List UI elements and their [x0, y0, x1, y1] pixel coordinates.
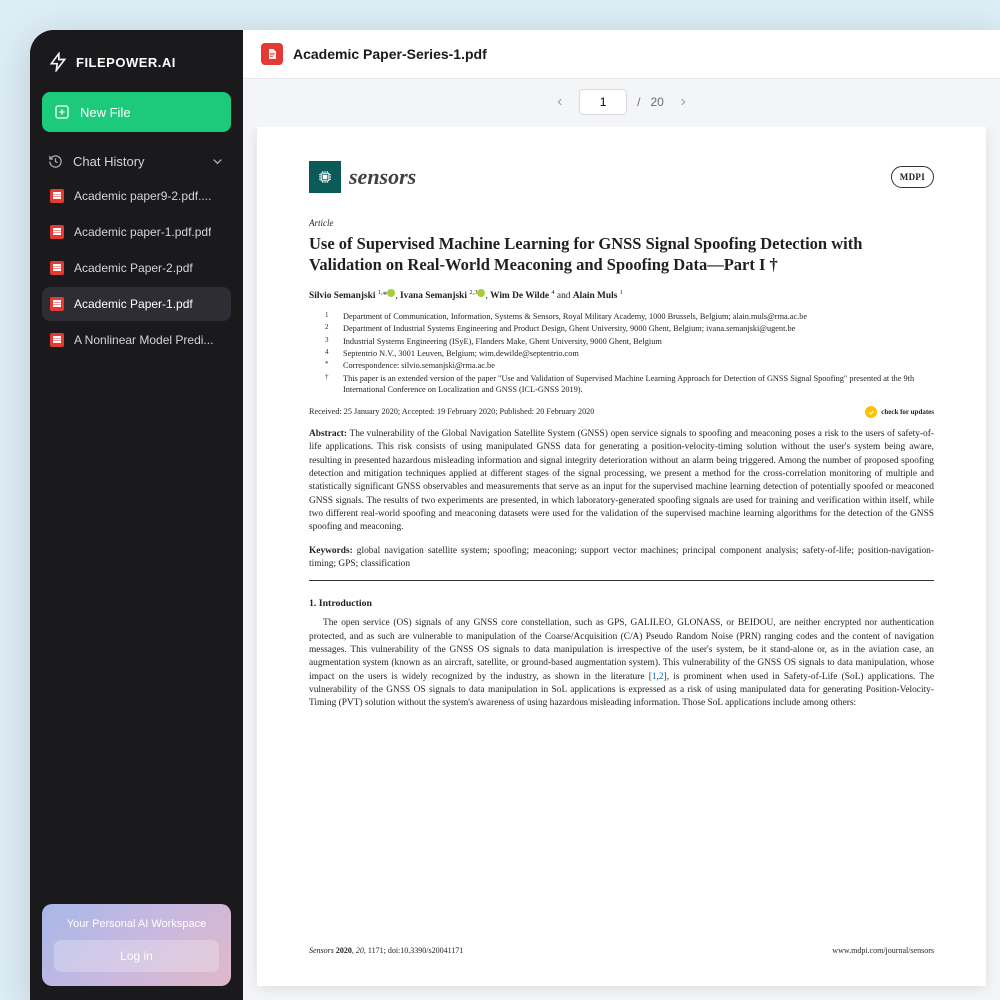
main-panel: Academic Paper-Series-1.pdf / 20 [243, 30, 1000, 1000]
check-updates-badge[interactable]: check for updates [865, 406, 934, 418]
app-window: FILEPOWER.AI New File Chat History Acade… [30, 30, 1000, 1000]
prev-page-button[interactable] [551, 93, 569, 111]
affiliation-row: 2Department of Industrial Systems Engine… [325, 323, 934, 335]
dates-row: Received: 25 January 2020; Accepted: 19 … [309, 406, 934, 418]
paginator: / 20 [243, 79, 1000, 127]
history-icon [48, 154, 63, 169]
check-icon [865, 406, 877, 418]
keywords-text: global navigation satellite system; spoo… [309, 546, 934, 569]
page-total: 20 [650, 95, 663, 109]
affiliation-row: *Correspondence: silvio.semanjski@rma.ac… [325, 360, 934, 372]
app-logo: FILEPOWER.AI [42, 48, 231, 92]
affiliation-row: 1Department of Communication, Informatio… [325, 311, 934, 323]
sidebar-file-item[interactable]: Academic paper9-2.pdf.... [42, 179, 231, 213]
file-label: Academic paper9-2.pdf.... [74, 189, 211, 203]
document-viewport[interactable]: sensors MDPI Article Use of Supervised M… [243, 127, 1000, 1000]
sidebar-file-item[interactable]: Academic Paper-2.pdf [42, 251, 231, 285]
app-name: FILEPOWER.AI [76, 55, 176, 70]
affiliations: 1Department of Communication, Informatio… [325, 311, 934, 396]
keywords-label: Keywords: [309, 546, 353, 556]
file-label: Academic Paper-2.pdf [74, 261, 193, 275]
affiliation-row: 3Industrial Systems Engineering (ISyE), … [325, 336, 934, 348]
sidebar: FILEPOWER.AI New File Chat History Acade… [30, 30, 243, 1000]
sidebar-file-item[interactable]: Academic paper-1.pdf.pdf [42, 215, 231, 249]
abstract-text: The vulnerability of the Global Navigati… [309, 429, 934, 532]
page-sep: / [637, 95, 640, 109]
article-label: Article [309, 217, 934, 230]
document-page: sensors MDPI Article Use of Supervised M… [257, 127, 986, 986]
abstract: Abstract: The vulnerability of the Globa… [309, 428, 934, 535]
workspace-card: Your Personal AI Workspace Log in [42, 904, 231, 986]
pdf-icon [50, 225, 64, 239]
plus-icon [54, 104, 70, 120]
next-page-button[interactable] [674, 93, 692, 111]
file-label: Academic paper-1.pdf.pdf [74, 225, 211, 239]
footer-right: www.mdpi.com/journal/sensors [832, 945, 934, 956]
chevron-down-icon [210, 154, 225, 169]
divider [309, 580, 934, 581]
file-label: Academic Paper-1.pdf [74, 297, 193, 311]
pdf-icon [50, 333, 64, 347]
workspace-title: Your Personal AI Workspace [54, 918, 219, 930]
footer-left: Sensors 2020, 20, 1171; doi:10.3390/s200… [309, 945, 463, 956]
top-bar: Academic Paper-Series-1.pdf [243, 30, 1000, 79]
sidebar-file-item[interactable]: Academic Paper-1.pdf [42, 287, 231, 321]
journal-name: sensors [349, 161, 416, 192]
journal-header: sensors MDPI [309, 161, 934, 193]
new-file-label: New File [80, 105, 131, 120]
logo-icon [48, 52, 68, 72]
section-heading: 1. Introduction [309, 597, 934, 611]
file-label: A Nonlinear Model Predi... [74, 333, 213, 347]
journal-brand: sensors [309, 161, 416, 193]
body-paragraph: The open service (OS) signals of any GNS… [309, 617, 934, 710]
pdf-icon [261, 43, 283, 65]
file-list: Academic paper9-2.pdf.... Academic paper-… [42, 179, 231, 357]
sensors-icon [309, 161, 341, 193]
abstract-label: Abstract: [309, 429, 347, 439]
dates: Received: 25 January 2020; Accepted: 19 … [309, 406, 594, 418]
affiliation-row: 4Septentrio N.V., 3001 Leuven, Belgium; … [325, 348, 934, 360]
page-input[interactable] [579, 89, 627, 115]
paper-title: Use of Supervised Machine Learning for G… [309, 233, 934, 276]
page-footer: Sensors 2020, 20, 1171; doi:10.3390/s200… [309, 945, 934, 956]
new-file-button[interactable]: New File [42, 92, 231, 132]
sidebar-file-item[interactable]: A Nonlinear Model Predi... [42, 323, 231, 357]
pdf-icon [50, 297, 64, 311]
authors: Silvio Semanjski 1,*, Ivana Semanjski 2,… [309, 288, 934, 303]
keywords: Keywords: global navigation satellite sy… [309, 545, 934, 572]
affiliation-row: †This paper is an extended version of th… [325, 373, 934, 397]
check-updates-label: check for updates [881, 409, 934, 416]
pdf-icon [50, 189, 64, 203]
chat-history-label: Chat History [73, 154, 145, 169]
publisher-badge: MDPI [891, 166, 934, 189]
chat-history-header[interactable]: Chat History [42, 132, 231, 179]
pdf-icon [50, 261, 64, 275]
current-filename: Academic Paper-Series-1.pdf [293, 46, 487, 62]
login-button[interactable]: Log in [54, 940, 219, 972]
